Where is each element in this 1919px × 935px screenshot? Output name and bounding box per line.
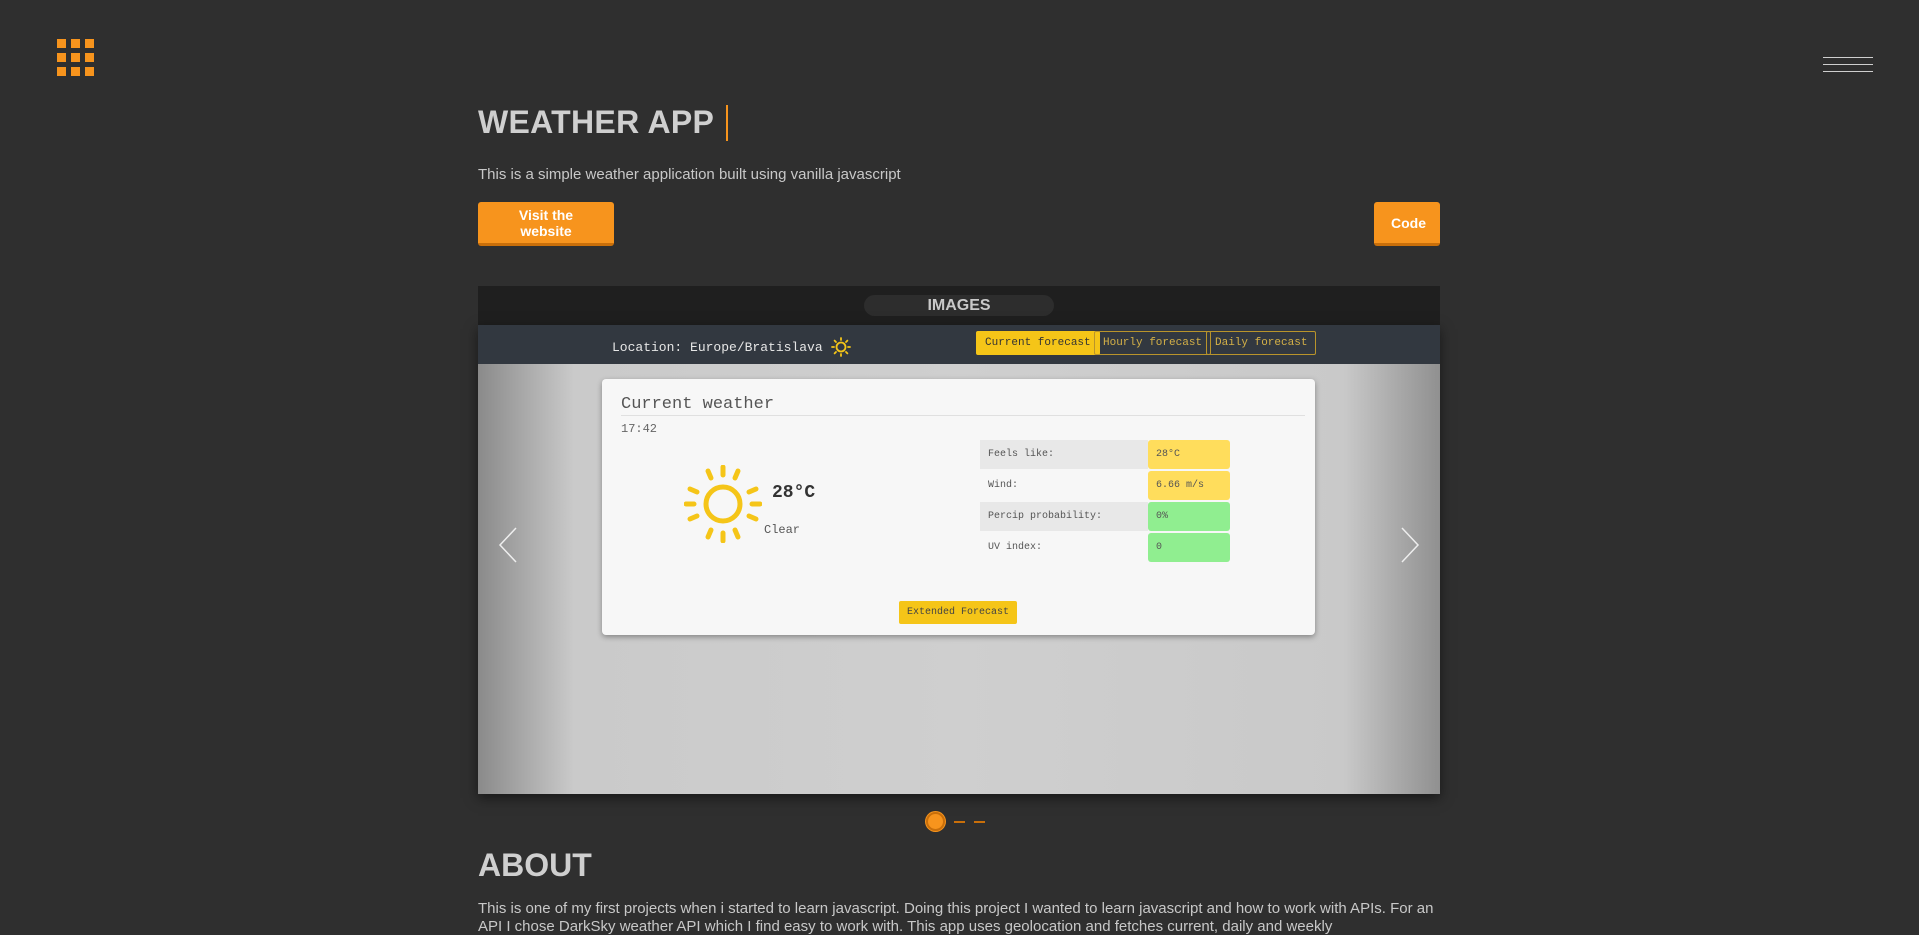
grid-dot (71, 53, 80, 62)
weather-app-bar: Location: Europe/Bratislava Current fore… (478, 325, 1440, 364)
stat-row-feels-like: Feels like: 28°C (980, 440, 1230, 469)
hamburger-line (1823, 64, 1873, 65)
slide-indicators (926, 812, 985, 831)
sun-icon (830, 337, 851, 357)
next-slide-icon[interactable] (1394, 525, 1424, 565)
image-gallery: IMAGES Location: Europe/Bratislava Curre… (478, 286, 1440, 794)
stat-label: UV index: (988, 542, 1043, 553)
tab-hourly-forecast[interactable]: Hourly forecast (1094, 331, 1212, 355)
tab-current-forecast[interactable]: Current forecast (976, 331, 1100, 355)
weather-condition: Clear (764, 523, 801, 537)
tab-daily-forecast[interactable]: Daily forecast (1206, 331, 1317, 355)
stat-value: 0% (1148, 502, 1230, 531)
grid-menu-icon[interactable] (57, 39, 94, 76)
hamburger-icon[interactable] (1823, 57, 1873, 75)
location-label: Location: Europe/Bratislava (612, 337, 851, 357)
gallery-label: IMAGES (864, 295, 1054, 316)
extended-forecast-button[interactable]: Extended Forecast (899, 601, 1018, 624)
stat-value: 6.66 m/s (1148, 471, 1230, 500)
clear-sun-icon (684, 465, 762, 543)
grid-dot (57, 39, 66, 48)
grid-dot (71, 39, 80, 48)
project-subtitle: This is a simple weather application bui… (478, 166, 901, 183)
stat-label: Percip probability: (980, 502, 1148, 531)
grid-dot (71, 67, 80, 76)
stat-row-wind: Wind: 6.66 m/s (980, 471, 1230, 500)
gallery-header: IMAGES (478, 286, 1440, 325)
stat-value: 28°C (1148, 440, 1230, 469)
hamburger-line (1823, 71, 1873, 72)
stat-label: Feels like: (980, 440, 1148, 469)
grid-dot (85, 53, 94, 62)
page-title-text: WEATHER APP (478, 104, 715, 140)
card-title: Current weather (621, 395, 775, 414)
stat-value: 0 (1148, 533, 1230, 562)
grid-dot (85, 67, 94, 76)
about-text: This is one of my first projects when i … (478, 900, 1434, 935)
weather-stats: Feels like: 28°C Wind: 6.66 m/s Percip p… (980, 440, 1230, 564)
hamburger-line (1823, 57, 1873, 58)
previous-slide-icon[interactable] (494, 525, 524, 565)
slide-indicator[interactable] (954, 820, 965, 823)
typing-caret (726, 104, 729, 141)
stat-row-precip: Percip probability: 0% (980, 502, 1230, 531)
current-weather-card: Current weather 17:42 28°C Clear Feels l… (602, 379, 1315, 635)
page-title: WEATHER APP (478, 104, 729, 141)
about-heading: ABOUT (478, 847, 592, 883)
current-time: 17:42 (621, 422, 658, 436)
temperature: 28°C (772, 483, 816, 503)
grid-dot (57, 53, 66, 62)
code-button[interactable]: Code (1374, 202, 1440, 246)
slide-indicator[interactable] (974, 820, 985, 823)
slide-indicator-active[interactable] (926, 812, 945, 831)
grid-dot (85, 39, 94, 48)
grid-dot (57, 67, 66, 76)
stat-label: Wind: (988, 480, 1019, 491)
gallery-slide: Location: Europe/Bratislava Current fore… (478, 325, 1440, 794)
visit-website-button[interactable]: Visit the website (478, 202, 614, 246)
location-text: Location: Europe/Bratislava (612, 339, 823, 355)
card-divider (621, 415, 1305, 416)
stat-row-uv-index: UV index: 0 (980, 533, 1230, 562)
